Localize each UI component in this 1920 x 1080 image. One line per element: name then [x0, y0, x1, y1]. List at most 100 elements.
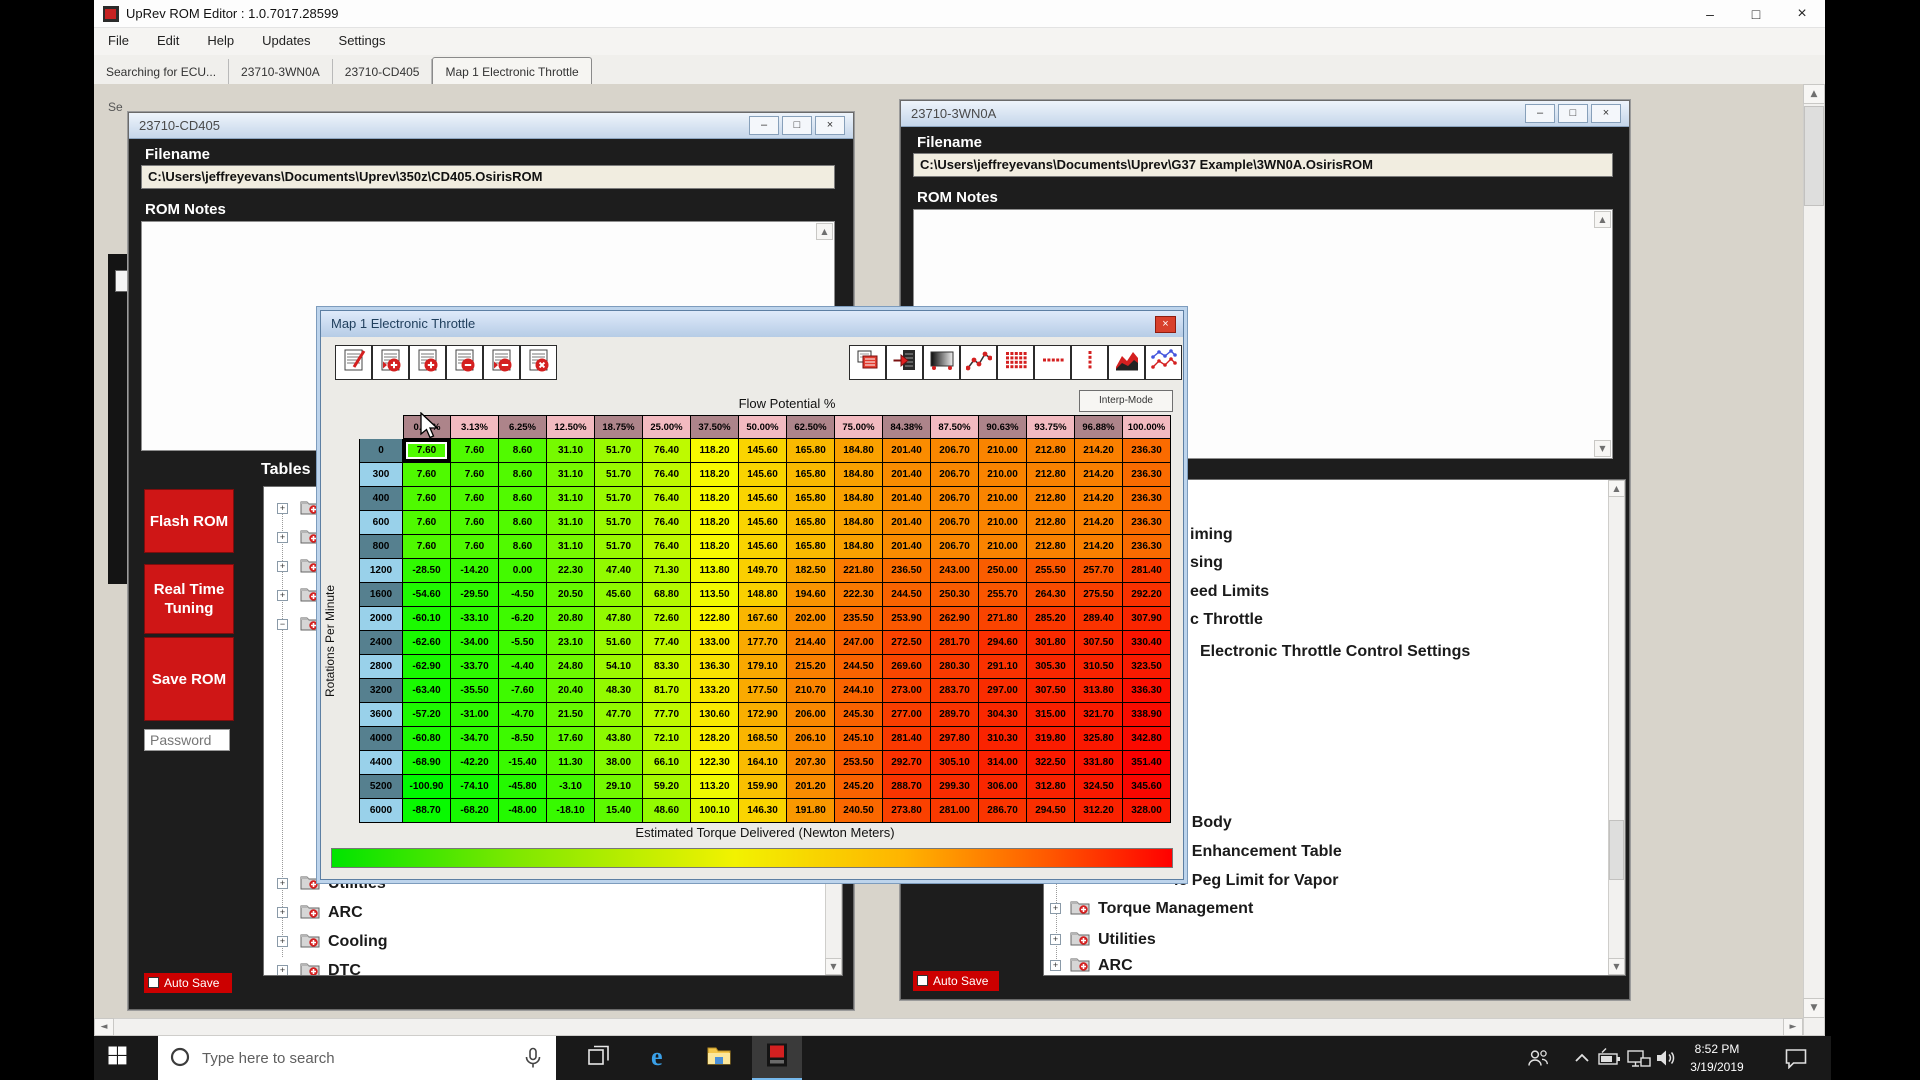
- map-cell-r1-c7[interactable]: 145.60: [739, 463, 787, 487]
- close-icon[interactable]: ×: [1155, 316, 1176, 333]
- map-cell-r15-c11[interactable]: 281.00: [931, 799, 979, 823]
- column-header-90.63%[interactable]: 90.63%: [979, 415, 1027, 439]
- scroll-down-icon[interactable]: ▼: [1803, 998, 1825, 1018]
- map-cell-r6-c8[interactable]: 194.60: [787, 583, 835, 607]
- map-cell-r2-c4[interactable]: 51.70: [595, 487, 643, 511]
- add-row-button[interactable]: [409, 345, 446, 380]
- map-cell-r0-c6[interactable]: 118.20: [691, 439, 739, 463]
- tab-searching-for-ecu-[interactable]: Searching for ECU...: [94, 59, 229, 84]
- map-cell-r6-c0[interactable]: -54.60: [403, 583, 451, 607]
- map-cell-r11-c15[interactable]: 338.90: [1123, 703, 1171, 727]
- export-table-button[interactable]: [886, 345, 923, 380]
- map-cell-r4-c3[interactable]: 31.10: [547, 535, 595, 559]
- map-cell-r12-c14[interactable]: 325.80: [1075, 727, 1123, 751]
- map-cell-r0-c7[interactable]: 145.60: [739, 439, 787, 463]
- action-center-icon[interactable]: [1774, 1036, 1818, 1080]
- map-cell-r5-c1[interactable]: -14.20: [451, 559, 499, 583]
- map-cell-r2-c13[interactable]: 212.80: [1027, 487, 1075, 511]
- map-cell-r12-c5[interactable]: 72.10: [643, 727, 691, 751]
- map-cell-r5-c7[interactable]: 149.70: [739, 559, 787, 583]
- map-cell-r8-c3[interactable]: 23.10: [547, 631, 595, 655]
- map-cell-r6-c11[interactable]: 250.30: [931, 583, 979, 607]
- map-cell-r8-c12[interactable]: 294.60: [979, 631, 1027, 655]
- map-cell-r5-c9[interactable]: 221.80: [835, 559, 883, 583]
- map-cell-r4-c14[interactable]: 214.20: [1075, 535, 1123, 559]
- map-cell-r2-c0[interactable]: 7.60: [403, 487, 451, 511]
- map-cell-r5-c3[interactable]: 22.30: [547, 559, 595, 583]
- map-cell-r14-c3[interactable]: -3.10: [547, 775, 595, 799]
- map-cell-r8-c1[interactable]: -34.00: [451, 631, 499, 655]
- map-cell-r13-c14[interactable]: 331.80: [1075, 751, 1123, 775]
- row-header-1200[interactable]: 1200: [359, 559, 403, 583]
- map-cell-r11-c2[interactable]: -4.70: [499, 703, 547, 727]
- map-cell-r7-c7[interactable]: 167.60: [739, 607, 787, 631]
- map-cell-r14-c5[interactable]: 59.20: [643, 775, 691, 799]
- map-cell-r12-c8[interactable]: 206.10: [787, 727, 835, 751]
- map-cell-r5-c15[interactable]: 281.40: [1123, 559, 1171, 583]
- map-cell-r5-c2[interactable]: 0.00: [499, 559, 547, 583]
- map-cell-r10-c4[interactable]: 48.30: [595, 679, 643, 703]
- task-view-taskbar-button[interactable]: [574, 1036, 624, 1080]
- remove-row-copy-button[interactable]: [483, 345, 520, 380]
- map-cell-r14-c12[interactable]: 306.00: [979, 775, 1027, 799]
- copy-table-button[interactable]: [849, 345, 886, 380]
- map-cell-r13-c1[interactable]: -42.20: [451, 751, 499, 775]
- map-cell-r3-c3[interactable]: 31.10: [547, 511, 595, 535]
- map-cell-r9-c7[interactable]: 179.10: [739, 655, 787, 679]
- map-cell-r13-c5[interactable]: 66.10: [643, 751, 691, 775]
- map-cell-r5-c6[interactable]: 113.80: [691, 559, 739, 583]
- map-cell-r0-c10[interactable]: 201.40: [883, 439, 931, 463]
- map-cell-r9-c9[interactable]: 244.50: [835, 655, 883, 679]
- map-cell-r10-c11[interactable]: 283.70: [931, 679, 979, 703]
- scroll-up-icon[interactable]: ▲: [1594, 211, 1611, 228]
- map-cell-r14-c11[interactable]: 299.30: [931, 775, 979, 799]
- map-cell-r8-c5[interactable]: 77.40: [643, 631, 691, 655]
- map-cell-r3-c5[interactable]: 76.40: [643, 511, 691, 535]
- map-cell-r15-c9[interactable]: 240.50: [835, 799, 883, 823]
- map-cell-r9-c4[interactable]: 54.10: [595, 655, 643, 679]
- expand-icon[interactable]: +: [277, 965, 288, 976]
- map-cell-r10-c3[interactable]: 20.40: [547, 679, 595, 703]
- minimize-icon[interactable]: –: [1687, 0, 1733, 28]
- map-cell-r13-c4[interactable]: 38.00: [595, 751, 643, 775]
- map-cell-r14-c9[interactable]: 245.20: [835, 775, 883, 799]
- row-header-2000[interactable]: 2000: [359, 607, 403, 631]
- map-cell-r2-c6[interactable]: 118.20: [691, 487, 739, 511]
- mdi-vertical-scrollbar[interactable]: [1803, 84, 1825, 1036]
- map-cell-r1-c13[interactable]: 212.80: [1027, 463, 1075, 487]
- map-cell-r7-c8[interactable]: 202.00: [787, 607, 835, 631]
- map-cell-r11-c6[interactable]: 130.60: [691, 703, 739, 727]
- scroll-down-icon[interactable]: ▼: [825, 958, 842, 975]
- map-cell-r10-c8[interactable]: 210.70: [787, 679, 835, 703]
- map-cell-r14-c14[interactable]: 324.50: [1075, 775, 1123, 799]
- row-header-2800[interactable]: 2800: [359, 655, 403, 679]
- map-cell-r3-c4[interactable]: 51.70: [595, 511, 643, 535]
- map-cell-r13-c12[interactable]: 314.00: [979, 751, 1027, 775]
- auto-save-toggle[interactable]: Auto Save: [144, 973, 232, 993]
- map-cell-r9-c1[interactable]: -33.70: [451, 655, 499, 679]
- map-cell-r3-c1[interactable]: 7.60: [451, 511, 499, 535]
- map-cell-r2-c5[interactable]: 76.40: [643, 487, 691, 511]
- map-cell-r1-c4[interactable]: 51.70: [595, 463, 643, 487]
- map-cell-r9-c12[interactable]: 291.10: [979, 655, 1027, 679]
- map-cell-r8-c10[interactable]: 272.50: [883, 631, 931, 655]
- map-cell-r15-c4[interactable]: 15.40: [595, 799, 643, 823]
- map-cell-r5-c11[interactable]: 243.00: [931, 559, 979, 583]
- row-header-5200[interactable]: 5200: [359, 775, 403, 799]
- map-cell-r1-c12[interactable]: 210.00: [979, 463, 1027, 487]
- map-cell-r2-c3[interactable]: 31.10: [547, 487, 595, 511]
- column-header-6.25%[interactable]: 6.25%: [499, 415, 547, 439]
- remove-row-button[interactable]: [446, 345, 483, 380]
- map-cell-r0-c9[interactable]: 184.80: [835, 439, 883, 463]
- expand-icon[interactable]: +: [277, 907, 288, 918]
- map-cell-r2-c2[interactable]: 8.60: [499, 487, 547, 511]
- map-cell-r10-c5[interactable]: 81.70: [643, 679, 691, 703]
- map-cell-r0-c12[interactable]: 210.00: [979, 439, 1027, 463]
- map-cell-r13-c13[interactable]: 322.50: [1027, 751, 1075, 775]
- map-cell-r13-c11[interactable]: 305.10: [931, 751, 979, 775]
- row-header-0[interactable]: 0: [359, 439, 403, 463]
- map-cell-r12-c6[interactable]: 128.20: [691, 727, 739, 751]
- map-cell-r14-c8[interactable]: 201.20: [787, 775, 835, 799]
- map-cell-r4-c4[interactable]: 51.70: [595, 535, 643, 559]
- menu-help[interactable]: Help: [193, 28, 248, 53]
